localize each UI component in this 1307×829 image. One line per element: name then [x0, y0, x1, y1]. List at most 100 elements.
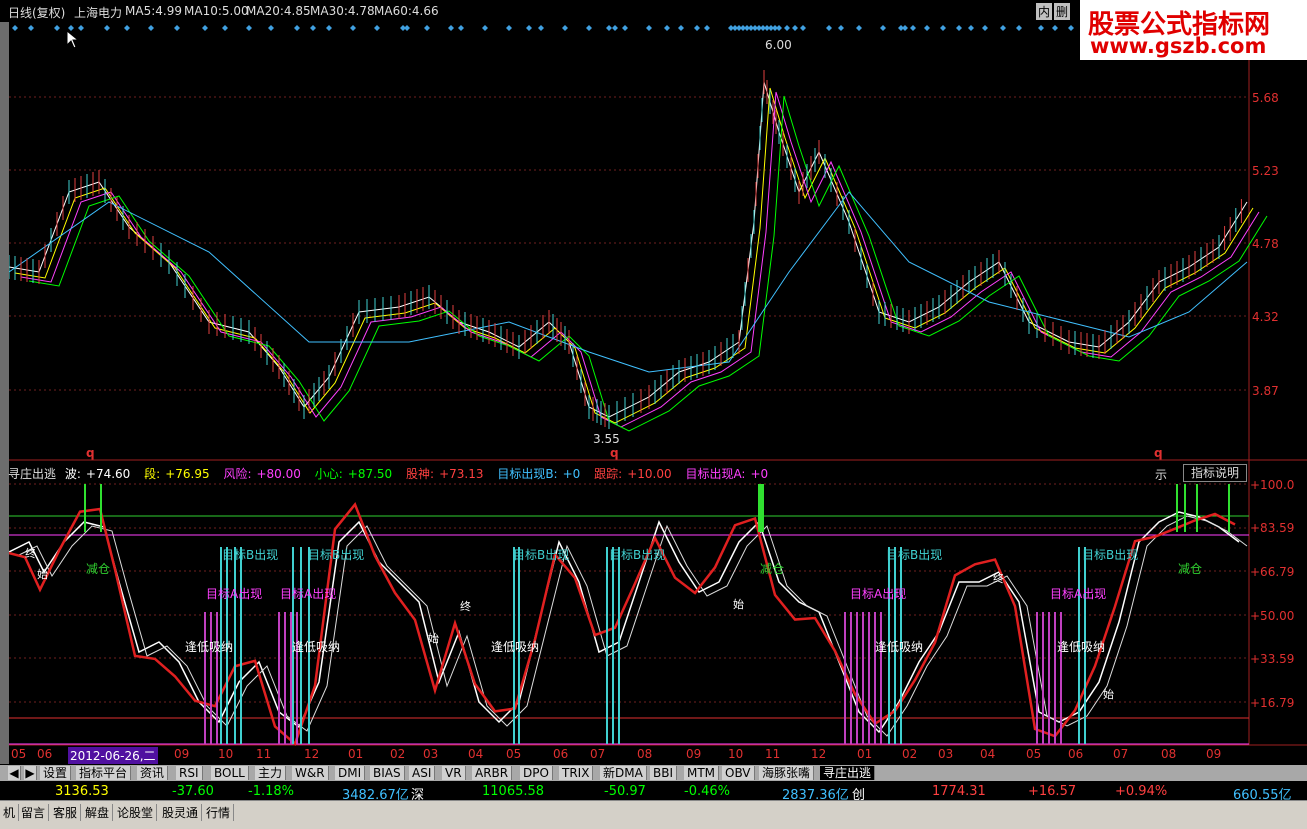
indicator-target-a: 目标出现A: +0: [685, 467, 773, 481]
signal-diamond-icon: [968, 25, 974, 31]
tab-mtm[interactable]: MTM: [684, 766, 720, 780]
bottom-tab-quotes[interactable]: 行情: [203, 804, 235, 821]
x-tick: 02: [390, 747, 406, 761]
tab-settings[interactable]: 设置: [40, 766, 72, 780]
ma20-line: [20, 91, 1260, 428]
start-label: 始: [37, 568, 48, 581]
sh-change: -37.60: [172, 784, 214, 799]
signal-diamond-icon: [800, 25, 806, 31]
signal-diamond-icon: [956, 25, 962, 31]
ma10-readout: MA10:5.00: [184, 4, 249, 18]
tab-asi[interactable]: ASI: [409, 766, 436, 780]
tab-vr[interactable]: VR: [442, 766, 466, 780]
tab-obv[interactable]: OBV: [722, 766, 755, 780]
low-absorb-label: 逢低吸纳: [1057, 640, 1106, 654]
tab-xunzhuang[interactable]: 寻庄出逃: [820, 766, 876, 780]
signal-diamond-icon: [880, 25, 886, 31]
signal-diamond-icon: [326, 25, 332, 31]
ind-tick-1679: +16.79: [1250, 696, 1295, 710]
end-label: 终: [993, 572, 1004, 585]
target-a-label: 目标A出现: [280, 587, 337, 601]
bottom-tab-forum[interactable]: 论股堂: [114, 804, 158, 821]
ma30-line: [28, 95, 1268, 432]
indicator-bars: [84, 484, 1230, 744]
track-label: 跟踪:: [594, 467, 623, 481]
signal-diamond-icon: [784, 25, 790, 31]
signal-diamond-icon: [12, 25, 18, 31]
price-tick-523: 5.23: [1252, 164, 1279, 178]
sz-index: 11065.58: [482, 784, 545, 799]
track-value: +10.00: [627, 467, 672, 481]
tab-bias[interactable]: BIAS: [370, 766, 405, 780]
reduce-position-label: 减仓: [86, 562, 111, 576]
tab-wr[interactable]: W&R: [292, 766, 329, 780]
tab-main-force[interactable]: 主力: [255, 766, 287, 780]
signal-diamond-icon: [104, 25, 110, 31]
grid-lines: [9, 22, 1307, 746]
signal-diamond-icon: [902, 25, 908, 31]
signal-diamond-icon: [612, 25, 618, 31]
signal-diamond-icon: [506, 25, 512, 31]
bottom-tab-analysis[interactable]: 解盘: [82, 804, 114, 821]
target-b-label: 目标B出现: [609, 548, 666, 562]
segment-value: +76.95: [165, 467, 210, 481]
left-toolbar-strip[interactable]: [0, 22, 9, 764]
signal-diamond-icon: [838, 25, 844, 31]
watermark-url: www.gszb.com: [1090, 34, 1267, 58]
indicator-name[interactable]: 寻庄出逃: [8, 467, 56, 481]
x-tick: 05: [506, 747, 522, 761]
ma5-line: [9, 81, 1248, 418]
tab-bbi[interactable]: BBI: [650, 766, 678, 780]
price-tick-478: 4.78: [1252, 237, 1279, 251]
target-b-label: 目标B出现: [886, 548, 943, 562]
bottom-tab-message[interactable]: 留言: [18, 804, 50, 821]
indicator-side-label: 示: [1155, 468, 1168, 482]
ma5-label: MA5:: [125, 4, 156, 18]
tab-dpo[interactable]: DPO: [520, 766, 553, 780]
signal-diamond-icon: [148, 25, 154, 31]
x-tick: 06: [1068, 747, 1084, 761]
signal-diamond-icon: [1068, 25, 1074, 31]
tab-dolphin[interactable]: 海豚张嘴: [759, 766, 815, 780]
x-tick: 08: [637, 747, 653, 761]
tab-dmi[interactable]: DMI: [335, 766, 366, 780]
tab-trix[interactable]: TRIX: [559, 766, 594, 780]
tab-indicator-platform[interactable]: 指标平台: [76, 766, 132, 780]
signal-diamond-icon: [458, 25, 464, 31]
indicator-track: 跟踪: +10.00: [594, 467, 676, 481]
crosshair-date: 2012-06-26,二: [68, 747, 158, 764]
signal-diamond-icon: [404, 25, 410, 31]
indicator-caution: 小心: +87.50: [315, 467, 397, 481]
scroll-right-icon[interactable]: ▶: [24, 766, 37, 780]
delete-button[interactable]: 删: [1054, 3, 1071, 20]
signal-diamond-icon: [54, 25, 60, 31]
signal-diamond-icon: [294, 25, 300, 31]
stock-name: 上海电力: [74, 6, 123, 20]
tab-rsi[interactable]: RSI: [176, 766, 203, 780]
x-tick: 09: [174, 747, 190, 761]
tab-arbr[interactable]: ARBR: [472, 766, 513, 780]
bottom-tab-machine[interactable]: 机: [0, 804, 20, 821]
bottom-tab-service[interactable]: 客服: [50, 804, 82, 821]
inner-button[interactable]: 内: [1036, 3, 1053, 20]
period-label[interactable]: 日线(复权): [8, 4, 65, 21]
indicator-risk: 风险: +80.00: [223, 467, 305, 481]
tab-new-dma[interactable]: 新DMA: [600, 766, 647, 780]
signal-diamond-icon: [482, 25, 488, 31]
indicator-help-button[interactable]: 指标说明: [1183, 464, 1247, 482]
x-tick: 09: [1206, 747, 1222, 761]
ma5-value: 4.99: [155, 4, 182, 18]
indicator-stockgod: 股神: +73.13: [406, 467, 488, 481]
price-tick-387: 3.87: [1252, 384, 1279, 398]
tab-news[interactable]: 资讯: [137, 766, 169, 780]
price-lines: [9, 70, 1268, 432]
x-tick: 02: [902, 747, 918, 761]
caution-label: 小心:: [314, 467, 343, 481]
reduce-position-label: 减仓: [760, 562, 785, 576]
mouse-pointer-icon: [66, 30, 80, 49]
signal-diamond-icon: [776, 25, 782, 31]
bottom-tab-guling[interactable]: 股灵通: [159, 804, 203, 821]
scroll-left-icon[interactable]: ◀: [8, 766, 21, 780]
tab-boll[interactable]: BOLL: [211, 766, 249, 780]
stockgod-label: 股神:: [406, 467, 435, 481]
